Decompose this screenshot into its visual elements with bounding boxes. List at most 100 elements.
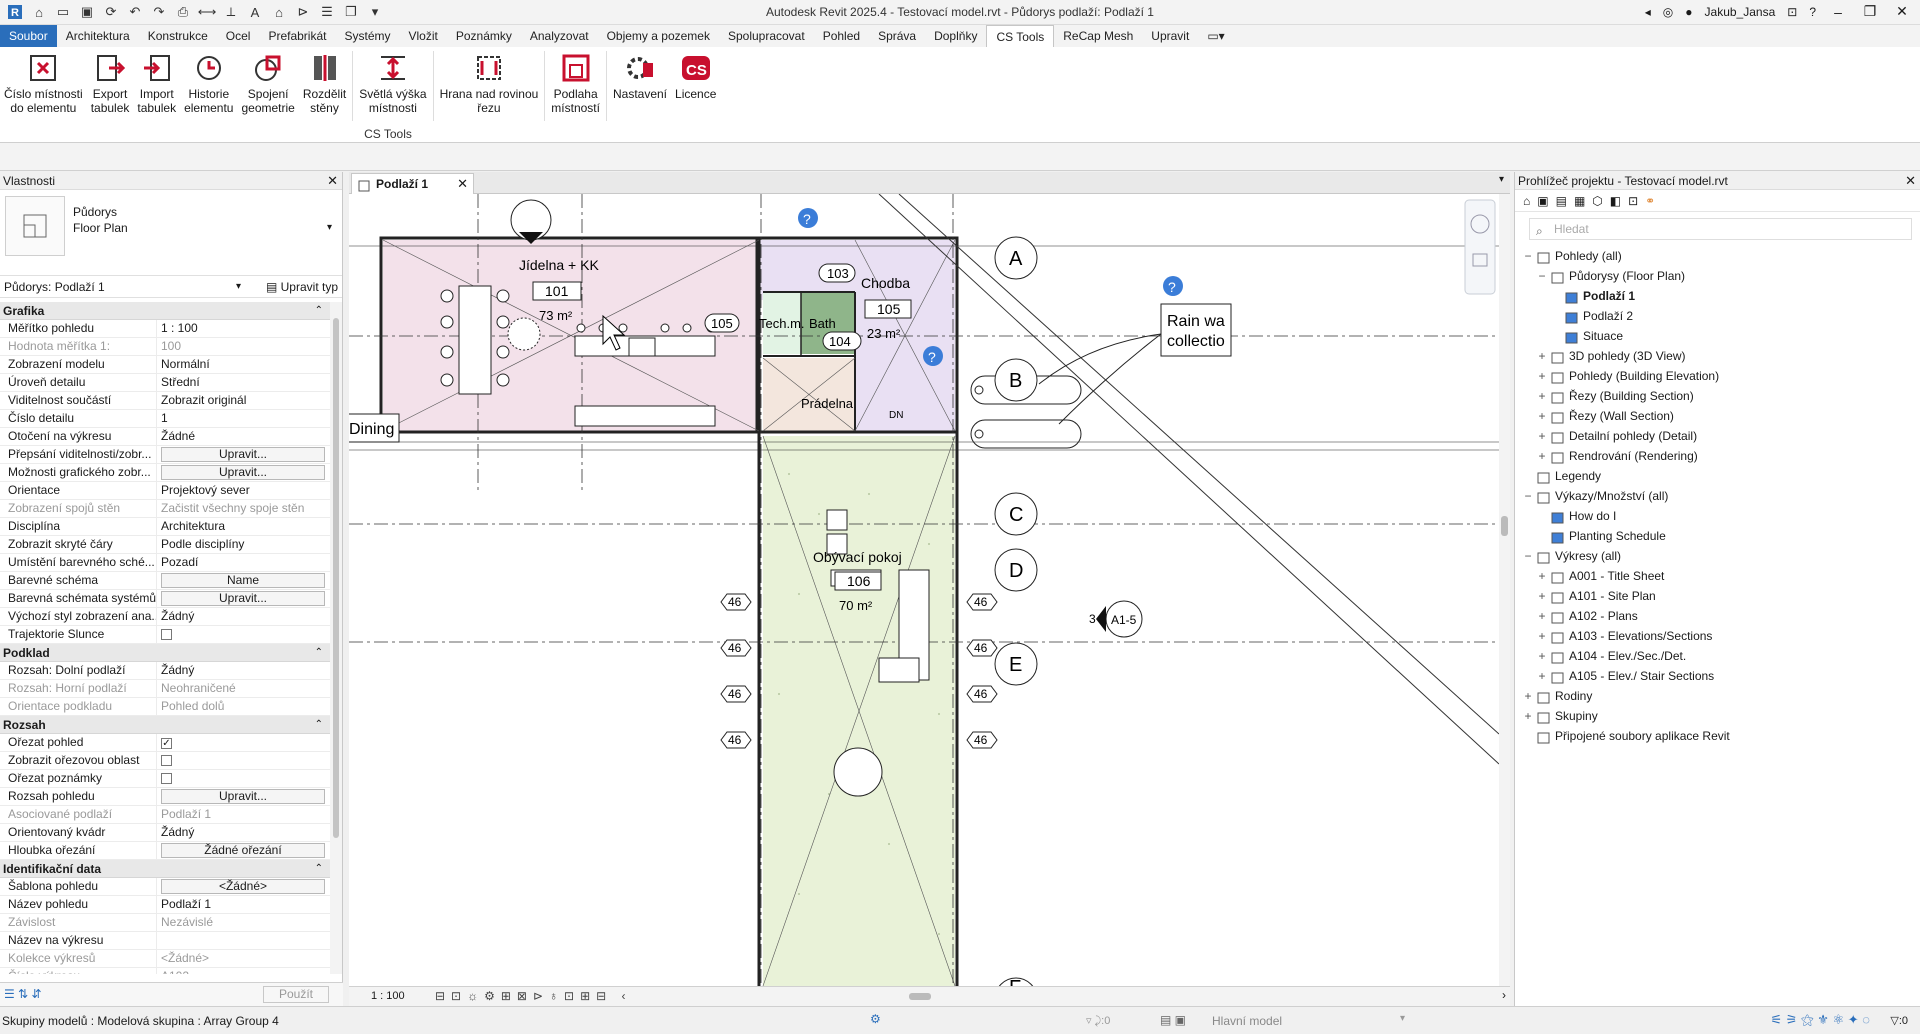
property-value[interactable]: 1 : 100 — [161, 321, 198, 335]
ribbon-tool-import-tables[interactable]: Import tabulek — [133, 51, 180, 123]
apply-button[interactable]: Použít — [263, 986, 329, 1003]
property-value-cell[interactable]: Normální — [157, 356, 331, 373]
tab-prefabrik-t[interactable]: Prefabrikát — [259, 25, 335, 47]
property-value-cell[interactable]: Žádné — [157, 428, 331, 445]
browser-item[interactable]: + Rodiny — [1515, 686, 1920, 706]
help-marker-2[interactable]: ? — [923, 346, 943, 366]
view-control-icons[interactable]: ⊟⊡☼⚙⊞⊠⊳♁⊡⊞⊟ ‹ — [435, 989, 632, 1003]
type-selector[interactable]: Půdorys Floor Plan ▾ — [0, 190, 342, 276]
property-edit-button[interactable]: Upravit... — [161, 447, 325, 462]
property-value-cell[interactable]: Žádné ořezání — [157, 842, 331, 859]
property-value-cell[interactable] — [157, 770, 331, 787]
expand-icon[interactable]: + — [1537, 346, 1547, 366]
property-value[interactable]: Žádné — [161, 429, 195, 443]
property-edit-button[interactable]: Upravit... — [161, 465, 325, 480]
property-value[interactable]: 1 — [161, 411, 168, 425]
ribbon-tool-room-number[interactable]: Číslo místnosti do elementu — [0, 51, 87, 123]
browser-item[interactable]: − Výkresy (all) — [1515, 546, 1920, 566]
browser-item[interactable]: − Pohledy (all) — [1515, 246, 1920, 266]
tab-recap-mesh[interactable]: ReCap Mesh — [1054, 25, 1142, 47]
navigation-bar[interactable] — [1464, 199, 1496, 295]
expand-icon[interactable]: + — [1537, 626, 1547, 646]
property-value-cell[interactable]: Žádný — [157, 608, 331, 625]
section-header[interactable]: Grafika ⌃ — [0, 302, 331, 320]
chevron-down-icon[interactable]: ▾ — [327, 222, 332, 233]
active-model[interactable]: Hlavní model — [1212, 1014, 1282, 1028]
tab-dopl-ky[interactable]: Doplňky — [925, 25, 986, 47]
property-value-cell[interactable]: Upravit... — [157, 464, 331, 481]
browser-groups-icon[interactable]: ◧ — [1610, 194, 1621, 208]
tab-analyzovat[interactable]: Analyzovat — [521, 25, 598, 47]
property-value-cell[interactable]: Upravit... — [157, 788, 331, 805]
worksharing-icon[interactable]: ⚙ — [870, 1012, 881, 1026]
browser-item[interactable]: + Řezy (Building Section) — [1515, 386, 1920, 406]
browser-item[interactable]: + A001 - Title Sheet — [1515, 566, 1920, 586]
user-icon[interactable]: ● — [1685, 5, 1692, 19]
horizontal-scroll-thumb[interactable] — [909, 993, 931, 1000]
property-value-cell[interactable]: Podle disciplíny — [157, 536, 331, 553]
browser-families-icon[interactable]: ⬡ — [1592, 194, 1602, 208]
editing-icons[interactable]: ▤ ▣ — [1160, 1013, 1186, 1027]
browser-item[interactable]: + Pohledy (Building Elevation) — [1515, 366, 1920, 386]
properties-scrollbar[interactable] — [330, 302, 342, 974]
expand-icon[interactable]: + — [1523, 706, 1533, 726]
close-icon[interactable]: ✕ — [457, 174, 468, 194]
property-value-cell[interactable] — [157, 626, 331, 643]
minimize-button[interactable]: – — [1828, 4, 1848, 20]
browser-item[interactable]: + Rendrování (Rendering) — [1515, 446, 1920, 466]
browser-item[interactable]: + A104 - Elev./Sec./Det. — [1515, 646, 1920, 666]
property-value-cell[interactable]: 1 — [157, 410, 331, 427]
close-icon[interactable]: ✕ — [1905, 172, 1916, 190]
collapse-icon[interactable]: ⌃ — [315, 302, 323, 320]
property-value-cell[interactable]: Upravit... — [157, 590, 331, 607]
property-edit-button[interactable]: Name — [161, 573, 325, 588]
property-value-cell[interactable]: Projektový sever — [157, 482, 331, 499]
binoculars-icon[interactable]: ◎ — [1663, 5, 1673, 19]
collapse-icon[interactable]: ⌃ — [315, 644, 323, 662]
maximize-button[interactable]: ❐ — [1860, 3, 1880, 20]
help-marker-1[interactable]: ? — [798, 208, 818, 228]
property-value[interactable]: Projektový sever — [161, 483, 250, 497]
expand-icon[interactable]: + — [1537, 386, 1547, 406]
property-value[interactable]: Architektura — [161, 519, 225, 533]
tab-objemy-a-pozemek[interactable]: Objemy a pozemek — [598, 25, 719, 47]
property-value-cell[interactable]: 1 : 100 — [157, 320, 331, 337]
ribbon-tool-split-walls[interactable]: Rozdělit stěny — [299, 51, 350, 123]
property-checkbox[interactable] — [161, 755, 172, 766]
browser-item[interactable]: Připojené soubory aplikace Revit — [1515, 726, 1920, 746]
browser-revit-links-icon[interactable]: ⚭ — [1645, 194, 1655, 208]
design-options-icon[interactable]: ▿ ⤸:0 — [1086, 1014, 1110, 1028]
browser-item[interactable]: − Výkazy/Množství (all) — [1515, 486, 1920, 506]
tab-vlo-it[interactable]: Vložit — [400, 25, 447, 47]
expand-icon[interactable]: + — [1537, 566, 1547, 586]
user-name[interactable]: Jakub_Jansa — [1705, 5, 1776, 19]
property-value-cell[interactable]: Podlaží 1 — [157, 896, 331, 913]
ribbon-tool-license[interactable]: CS Licence — [671, 51, 720, 123]
property-value[interactable]: Podlaží 1 — [161, 897, 211, 911]
tab-spolupracovat[interactable]: Spolupracovat — [719, 25, 814, 47]
collapse-icon[interactable]: ⌃ — [315, 860, 323, 878]
drawing-area[interactable]: Jídelna + KK 101 73 m² Chodba 105 23 m² … — [349, 194, 1499, 986]
browser-item[interactable]: +3D pohledy (3D View) — [1515, 346, 1920, 366]
browser-item[interactable]: − Půdorysy (Floor Plan) — [1515, 266, 1920, 286]
property-edit-button[interactable]: <Žádné> — [161, 879, 325, 894]
property-checkbox[interactable]: ✓ — [161, 738, 172, 749]
property-value-cell[interactable]: Upravit... — [157, 446, 331, 463]
property-value[interactable]: Žádný — [161, 609, 194, 623]
property-value[interactable]: Zobrazit originál — [161, 393, 246, 407]
collapse-icon[interactable]: − — [1523, 246, 1533, 266]
property-edit-button[interactable]: Žádné ořezání — [161, 843, 325, 858]
browser-item[interactable]: + Skupiny — [1515, 706, 1920, 726]
tab-pozn-mky[interactable]: Poznámky — [447, 25, 521, 47]
tab-architektura[interactable]: Architektura — [57, 25, 139, 47]
browser-home-icon[interactable]: ⌂ — [1523, 194, 1530, 208]
collapse-icon[interactable]: − — [1523, 546, 1533, 566]
browser-links-icon[interactable]: ⊡ — [1628, 194, 1638, 208]
ribbon-tool-export-tables[interactable]: Export tabulek — [87, 51, 134, 123]
expand-icon[interactable]: + — [1537, 646, 1547, 666]
ribbon-tool-clear-height[interactable]: Světlá výška místnosti — [355, 51, 430, 123]
property-value-cell[interactable]: Pozadí — [157, 554, 331, 571]
view-scrollbar[interactable] — [1499, 194, 1510, 986]
help-icon[interactable]: ? — [1809, 5, 1816, 19]
section-header[interactable]: Podklad ⌃ — [0, 644, 331, 662]
